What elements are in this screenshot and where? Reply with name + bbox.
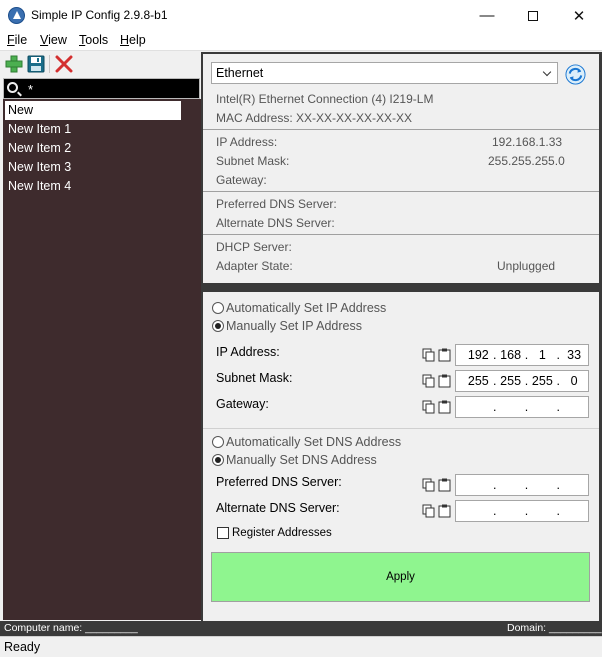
divider [203,129,599,130]
close-button[interactable]: ✕ [556,0,602,31]
ip-manual-radio[interactable]: Manually Set IP Address [212,319,362,333]
current-ip-label: IP Address: [216,135,278,149]
refresh-icon[interactable] [565,64,586,85]
divider [203,428,599,429]
alternate-dns-label: Alternate DNS Server: [216,501,340,515]
list-item[interactable]: New Item 4 [5,177,74,196]
domain: Domain: _________ [507,622,602,634]
adapter-state-value: Unplugged [497,259,556,273]
adapter-select[interactable]: Ethernet [211,62,558,84]
divider [203,191,599,192]
copy-icon[interactable] [422,504,435,518]
list-item[interactable]: New [5,101,181,120]
paste-icon[interactable] [438,478,451,492]
current-subnet-label: Subnet Mask: [216,154,290,168]
paste-icon[interactable] [438,504,451,518]
radio-selected-icon [212,320,224,332]
status-text: Ready [4,640,41,654]
gateway-input[interactable]: . . . [455,396,589,418]
app-icon [8,7,25,24]
maximize-button[interactable] [510,0,556,31]
chevron-down-icon [542,67,552,77]
profile-list: New New Item 1 New Item 2 New Item 3 New… [3,99,201,620]
title-bar: Simple IP Config 2.9.8-b1 — ✕ [0,0,602,31]
add-profile-icon[interactable] [5,55,23,73]
info-bar: Computer name: _________ Domain: _______… [0,621,602,636]
current-dns-pref-label: Preferred DNS Server: [216,197,337,211]
copy-icon[interactable] [422,400,435,414]
adapter-state-label: Adapter State: [216,259,293,273]
copy-icon[interactable] [422,374,435,388]
paste-icon[interactable] [438,374,451,388]
preferred-dns-label: Preferred DNS Server: [216,475,342,489]
apply-button[interactable]: Apply [211,552,590,602]
current-ip-value: 192.168.1.33 [492,135,563,149]
menu-tools[interactable]: Tools [79,33,108,47]
subnet-mask-label: Subnet Mask: [216,371,293,385]
search-input[interactable]: * [3,78,200,99]
menu-help[interactable]: Help [120,33,146,47]
list-item[interactable]: New Item 2 [5,139,74,158]
computer-name: Computer name: _________ [4,622,138,634]
adapter-select-value: Ethernet [216,66,264,80]
copy-icon[interactable] [422,478,435,492]
dns-manual-radio[interactable]: Manually Set DNS Address [212,453,377,467]
preferred-dns-input[interactable]: . . . [455,474,589,496]
adapter-description: Intel(R) Ethernet Connection (4) I219-LM [216,92,434,106]
list-item[interactable]: New Item 1 [5,120,74,139]
copy-icon[interactable] [422,348,435,362]
register-addresses-label: Register Addresses [232,527,332,539]
menu-view[interactable]: View [40,33,67,47]
current-dns-alt-label: Alternate DNS Server: [216,216,335,230]
toolbar-divider [49,55,50,73]
subnet-mask-input[interactable]: 255. 255. 255. 0 [455,370,589,392]
dhcp-server-label: DHCP Server: [216,240,292,254]
ip-address-input[interactable]: 192. 168. 1. 33 [455,344,589,366]
status-bar: Ready [0,636,602,657]
current-gateway-label: Gateway: [216,173,267,187]
toolbar [0,52,201,76]
list-item[interactable]: New Item 3 [5,158,74,177]
divider [203,234,599,235]
menu-bar: File View Tools Help [0,31,602,51]
window-title: Simple IP Config 2.9.8-b1 [31,8,168,22]
current-subnet-value: 255.255.255.0 [488,154,565,168]
alternate-dns-input[interactable]: . . . [455,500,589,522]
radio-icon [212,436,224,448]
paste-icon[interactable] [438,400,451,414]
minimize-button[interactable]: — [464,0,510,31]
search-icon [7,82,18,93]
save-profile-icon[interactable] [27,55,45,73]
register-addresses-checkbox[interactable] [217,527,229,539]
radio-icon [212,302,224,314]
delete-profile-icon[interactable] [55,55,73,73]
ip-address-label: IP Address: [216,345,280,359]
paste-icon[interactable] [438,348,451,362]
ip-auto-radio[interactable]: Automatically Set IP Address [212,301,386,315]
radio-selected-icon [212,454,224,466]
menu-file[interactable]: File [7,33,27,47]
search-value: * [28,82,34,97]
adapter-mac: MAC Address: XX-XX-XX-XX-XX-XX [216,111,413,125]
dns-auto-radio[interactable]: Automatically Set DNS Address [212,435,401,449]
gateway-label: Gateway: [216,397,269,411]
